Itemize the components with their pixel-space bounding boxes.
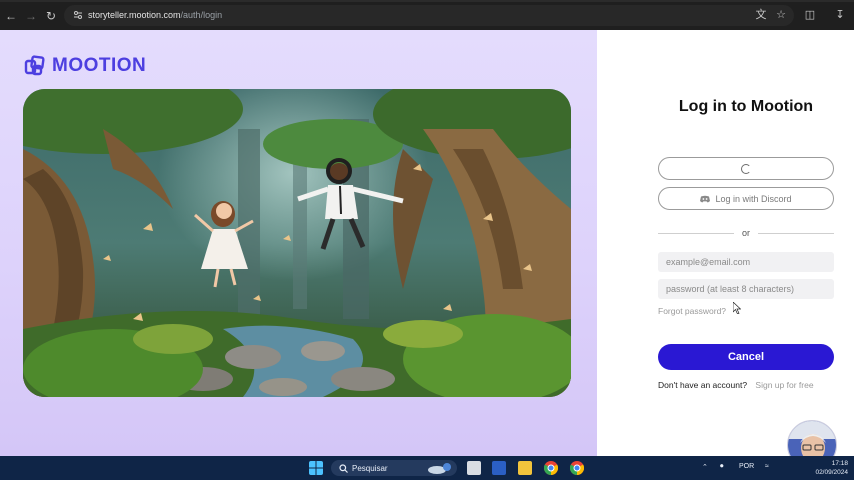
- file-explorer-icon[interactable]: [518, 461, 532, 475]
- or-label: or: [741, 228, 750, 238]
- wifi-icon[interactable]: ≈: [765, 463, 769, 470]
- cancel-button[interactable]: Cancel: [658, 344, 834, 370]
- mouse-cursor-icon: [733, 302, 741, 314]
- loading-spinner-icon: [741, 163, 751, 174]
- login-panel: Log in to Mootion Log in with Discord or…: [597, 30, 854, 456]
- hero-panel: MOOTION: [0, 30, 597, 456]
- signup-question: Don't have an account?: [658, 380, 748, 390]
- windows-taskbar: Pesquisar ⌃ ⏺ POR ≈ 17:18 02/09/2024: [0, 456, 854, 480]
- forest-scene-image: [23, 89, 571, 397]
- task-view-icon[interactable]: [467, 461, 481, 475]
- search-icon: [339, 464, 348, 473]
- clock-time: 17:18: [831, 460, 848, 467]
- password-input[interactable]: [658, 279, 834, 299]
- search-label: Pesquisar: [352, 463, 388, 473]
- signup-row: Don't have an account? Sign up for free: [658, 380, 814, 390]
- brand-logo[interactable]: MOOTION: [24, 54, 146, 78]
- discord-login-label: Log in with Discord: [715, 193, 792, 204]
- windows-start-icon[interactable]: [309, 461, 323, 475]
- tray-overflow-icon[interactable]: ⌃: [702, 463, 708, 471]
- url-text: storyteller.mootion.com/auth/login: [88, 9, 222, 21]
- site-settings-icon[interactable]: [72, 9, 84, 21]
- hero-illustration: [23, 89, 571, 397]
- url-host: storyteller.mootion.com: [88, 10, 181, 20]
- email-input[interactable]: [658, 252, 834, 272]
- discord-icon: [700, 195, 711, 202]
- forgot-password-link[interactable]: Forgot password?: [658, 306, 726, 316]
- mootion-logo-icon: [24, 55, 45, 76]
- google-login-button[interactable]: [658, 157, 834, 180]
- clock-date: 02/09/2024: [815, 469, 848, 476]
- tab-strip: [0, 0, 854, 2]
- forward-arrow-icon[interactable]: →: [24, 9, 38, 23]
- extensions-icon[interactable]: ◫: [803, 8, 817, 22]
- chrome-active-app-icon[interactable]: [570, 461, 584, 475]
- reload-icon[interactable]: ↻: [44, 9, 58, 23]
- browser-toolbar: ← → ↻ storyteller.mootion.com/auth/login…: [0, 0, 854, 30]
- search-highlight-icon: [428, 463, 451, 474]
- login-title: Log in to Mootion: [678, 98, 814, 115]
- clock[interactable]: 17:18 02/09/2024: [812, 459, 848, 477]
- language-indicator[interactable]: POR: [739, 463, 754, 470]
- taskbar-search[interactable]: Pesquisar: [331, 460, 457, 476]
- translate-icon[interactable]: 文: [754, 8, 768, 22]
- star-icon[interactable]: ☆: [774, 8, 788, 22]
- discord-login-button[interactable]: Log in with Discord: [658, 187, 834, 210]
- signup-link[interactable]: Sign up for free: [755, 380, 813, 390]
- chrome-app-icon[interactable]: [544, 461, 558, 475]
- or-divider: or: [658, 227, 834, 239]
- url-path: /auth/login: [180, 10, 223, 20]
- microphone-icon[interactable]: ⏺: [720, 463, 724, 471]
- word-app-icon[interactable]: [492, 461, 506, 475]
- back-arrow-icon[interactable]: ←: [4, 9, 18, 23]
- download-icon[interactable]: ↧: [833, 8, 847, 22]
- brand-name: MOOTION: [52, 55, 147, 76]
- address-bar[interactable]: storyteller.mootion.com/auth/login: [64, 5, 794, 26]
